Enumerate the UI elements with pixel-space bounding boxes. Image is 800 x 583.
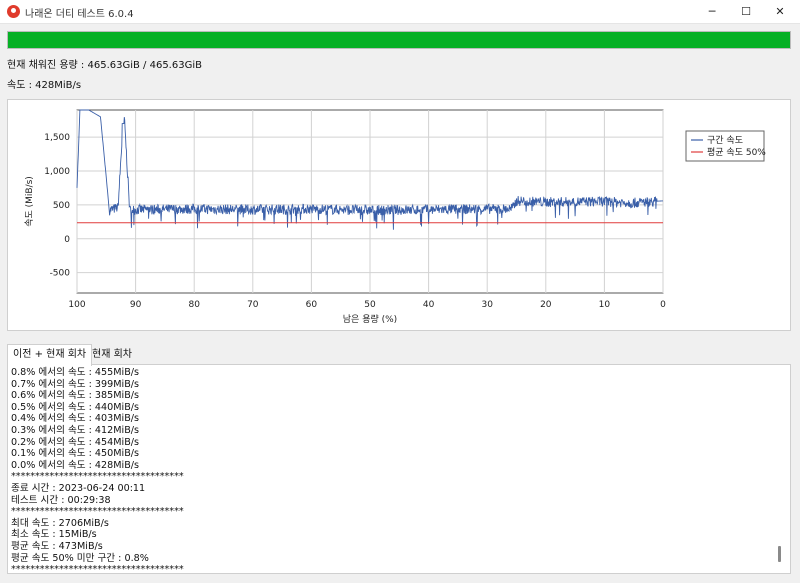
log-line: 평균 속도 : 473MiB/s <box>11 540 103 552</box>
x-tick-label: 50 <box>364 300 376 310</box>
speed-chart-panel: 100 90 80 70 60 50 40 30 20 10 0 1,500 1,000 500 0 -500… <box>7 99 791 331</box>
app-logo-icon <box>7 5 20 18</box>
log-line: 0.2% 에서의 속도 : 454MiB/s <box>11 436 140 448</box>
x-tick-label: 40 <box>423 300 435 310</box>
y-tick-label: 0 <box>64 235 70 245</box>
log-line: 테스트 시간 : 00:29:38 <box>11 494 111 506</box>
window-title: 나래온 더티 테스트 6.0.4 <box>25 9 134 20</box>
x-tick-label: 30 <box>481 300 493 310</box>
x-tick-label: 100 <box>68 300 85 310</box>
tab-current-round[interactable]: 현재 회차 <box>87 346 137 366</box>
y-tick-label: 1,000 <box>44 167 70 177</box>
log-line: 0.3% 에서의 속도 : 412MiB/s <box>11 424 140 436</box>
log-scrollbar[interactable] <box>778 546 781 562</box>
log-line: 0.5% 에서의 속도 : 440MiB/s <box>11 401 140 413</box>
log-line: 0.7% 에서의 속도 : 399MiB/s <box>11 378 140 390</box>
x-tick-label: 90 <box>130 300 142 310</box>
y-tick-label: -500 <box>50 269 71 279</box>
close-button[interactable]: ✕ <box>763 0 797 24</box>
progress-bar-fill <box>8 32 790 48</box>
log-line: ************************************ <box>11 506 184 518</box>
y-axis-label: 속도 (MiB/s) <box>24 176 35 227</box>
minimize-button[interactable]: ─ <box>695 0 729 24</box>
log-line: 0.1% 에서의 속도 : 450MiB/s <box>11 448 140 460</box>
log-line: 평균 속도 50% 미만 구간 : 0.8% <box>11 552 149 564</box>
tab-previous-and-current[interactable]: 이전 + 현재 회차 <box>7 344 93 366</box>
x-tick-label: 10 <box>599 300 611 310</box>
current-speed-text: 속도 : 428MiB/s <box>7 80 82 91</box>
progress-bar <box>7 31 791 49</box>
log-lines: 0.8% 에서의 속도 : 455MiB/s 0.7% 에서의 속도 : 399M… <box>11 367 184 574</box>
filled-capacity-text: 현재 채워진 용량 : 465.63GiB / 465.63GiB <box>7 60 202 71</box>
maximize-button[interactable]: ☐ <box>729 0 763 24</box>
log-line: ************************************ <box>11 564 184 574</box>
legend-label: 평균 속도 50% <box>707 147 766 158</box>
log-line: 0.4% 에서의 속도 : 403MiB/s <box>11 413 140 425</box>
log-line: 최소 속도 : 15MiB/s <box>11 529 97 541</box>
log-line: ************************************ <box>11 471 184 483</box>
log-line: 최대 속도 : 2706MiB/s <box>11 517 109 529</box>
log-line: 종료 시간 : 2023-06-24 00:11 <box>11 482 146 494</box>
y-tick-label: 500 <box>53 201 70 211</box>
x-tick-label: 60 <box>306 300 318 310</box>
log-line: 0.6% 에서의 속도 : 385MiB/s <box>11 390 140 402</box>
y-tick-label: 1,500 <box>44 133 70 143</box>
log-line: 0.8% 에서의 속도 : 455MiB/s <box>11 367 140 378</box>
x-tick-label: 70 <box>247 300 259 310</box>
log-textbox[interactable]: 0.8% 에서의 속도 : 455MiB/s 0.7% 에서의 속도 : 399M… <box>7 364 791 574</box>
x-tick-label: 0 <box>660 300 666 310</box>
x-tick-label: 80 <box>188 300 200 310</box>
speed-chart: 100 90 80 70 60 50 40 30 20 10 01,5001,0005000-500… <box>24 109 766 325</box>
x-axis-label: 남은 용량 (%) <box>343 313 397 325</box>
log-line: 0.0% 에서의 속도 : 428MiB/s <box>11 459 140 471</box>
x-tick-label: 20 <box>540 300 552 310</box>
title-bar: 나래온 더티 테스트 6.0.4 ─ ☐ ✕ <box>0 0 800 24</box>
legend-label: 구간 속도 <box>707 135 743 146</box>
